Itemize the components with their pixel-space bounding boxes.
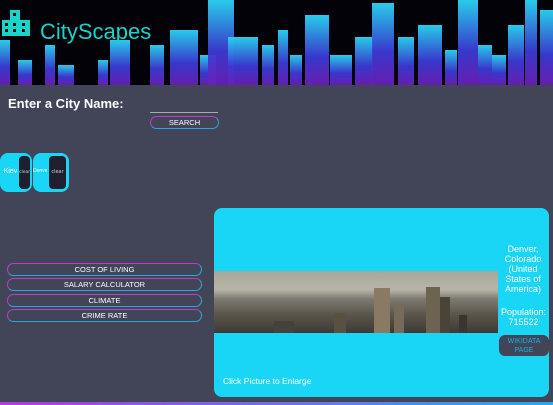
app-title: CityScapes bbox=[40, 19, 152, 44]
skyline-building bbox=[278, 30, 288, 85]
cost-of-living-button[interactable]: COST OF LIVING bbox=[7, 263, 202, 276]
search-prompt: Enter a City Name: bbox=[8, 96, 124, 111]
skyline-building bbox=[262, 45, 274, 85]
skyline-building bbox=[492, 55, 506, 85]
saved-city-chip[interactable]: Denver clear bbox=[33, 153, 69, 192]
skyline-building bbox=[0, 40, 10, 85]
skyline-building bbox=[418, 25, 442, 85]
skyline-building bbox=[330, 55, 352, 85]
saved-city-name[interactable]: Kiev bbox=[1, 168, 20, 175]
skyline-building bbox=[445, 50, 457, 85]
clear-button[interactable]: clear bbox=[19, 156, 30, 189]
city-location: Denver, Colorado (United States of Ameri… bbox=[504, 244, 542, 294]
skyline-building bbox=[290, 55, 302, 85]
enlarge-hint: Click Picture to Enlarge bbox=[223, 376, 312, 386]
skyline-building bbox=[478, 45, 492, 85]
skyline-building bbox=[170, 30, 198, 85]
saved-city-chip[interactable]: Kiev clear bbox=[0, 153, 32, 192]
skyline-building bbox=[110, 40, 130, 85]
building-icon bbox=[2, 10, 30, 36]
skyline-building bbox=[540, 10, 553, 85]
skyline-building bbox=[45, 45, 55, 85]
skyline-building bbox=[372, 3, 394, 85]
skyline-building bbox=[58, 65, 74, 85]
skyline-building bbox=[305, 15, 329, 85]
city-search-input[interactable] bbox=[150, 104, 218, 113]
crime-rate-button[interactable]: CRIME RATE bbox=[7, 309, 202, 322]
header-banner: CityScapes bbox=[0, 0, 553, 85]
skyline-building bbox=[228, 37, 258, 85]
skyline-building bbox=[98, 60, 108, 85]
search-button[interactable]: SEARCH bbox=[150, 116, 219, 129]
skyline-building bbox=[150, 45, 164, 85]
salary-calculator-button[interactable]: SALARY CALCULATOR bbox=[7, 278, 202, 291]
clear-button[interactable]: clear bbox=[49, 156, 66, 189]
skyline-building bbox=[525, 0, 537, 85]
skyline-building bbox=[458, 0, 478, 85]
skyline-building bbox=[18, 60, 32, 85]
climate-button[interactable]: CLIMATE bbox=[7, 294, 202, 307]
city-card: Denver, Colorado (United States of Ameri… bbox=[214, 208, 549, 397]
city-population: Population: 715522 bbox=[500, 307, 547, 327]
city-photo[interactable] bbox=[214, 271, 498, 333]
skyline-building bbox=[398, 37, 414, 85]
skyline-building bbox=[508, 25, 524, 85]
skyline-building bbox=[355, 37, 373, 85]
wikidata-button[interactable]: WIKIDATA PAGE bbox=[499, 335, 549, 356]
saved-city-name[interactable]: Denver bbox=[33, 168, 47, 174]
